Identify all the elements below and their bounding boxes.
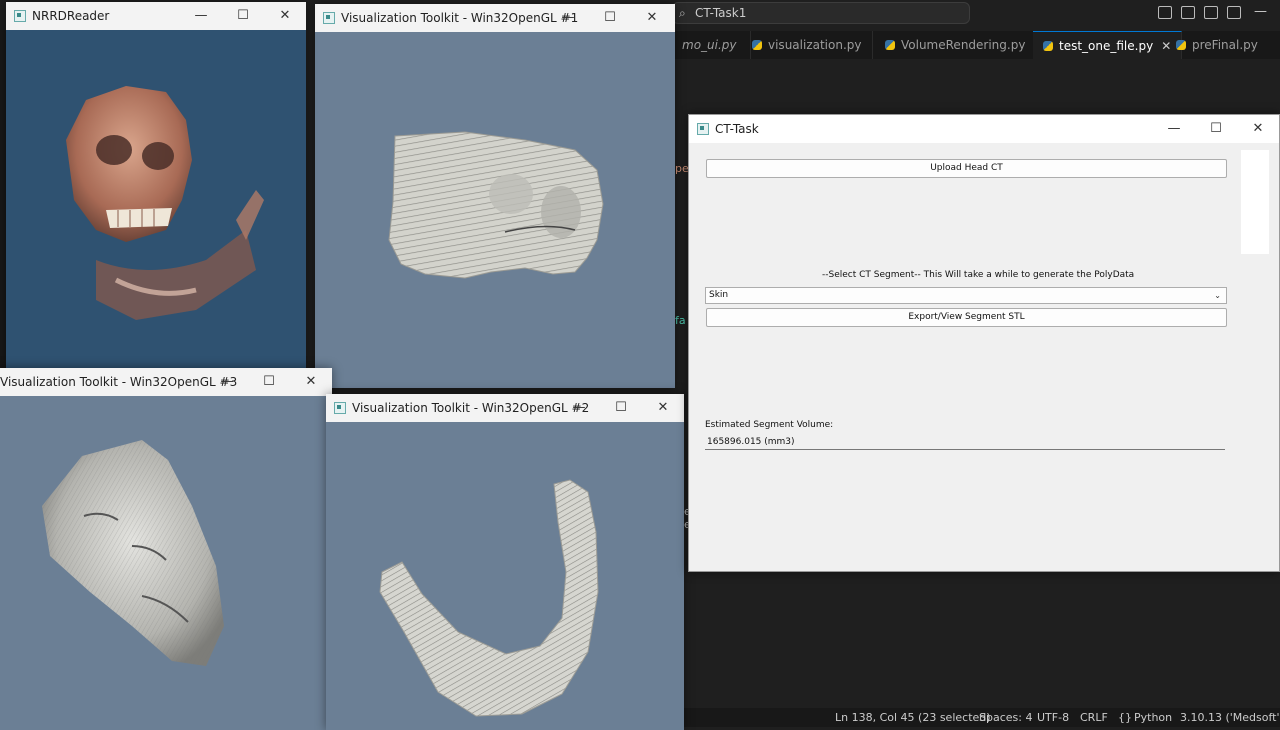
- minimize-button[interactable]: —: [558, 394, 600, 422]
- status-interpreter[interactable]: 3.10.13 ('Medsoft': co: [1180, 708, 1280, 727]
- window-title: Visualization Toolkit - Win32OpenGL #3: [0, 375, 238, 389]
- maximize-button[interactable]: ☐: [600, 394, 642, 422]
- estimated-volume-label: Estimated Segment Volume:: [705, 420, 834, 430]
- window-title: CT-Task: [715, 122, 759, 136]
- close-button[interactable]: ✕: [642, 394, 684, 422]
- editor-code-fragment: fa: [675, 314, 686, 327]
- vtk-window-1[interactable]: Visualization Toolkit - Win32OpenGL #1 —…: [315, 4, 675, 388]
- tab-mo-ui[interactable]: mo_ui.py: [672, 31, 751, 59]
- python-file-icon: [1043, 41, 1053, 51]
- tab-prefinal[interactable]: preFinal.py: [1166, 31, 1268, 59]
- tab-test-one-file[interactable]: test_one_file.py ✕: [1033, 31, 1183, 60]
- window-titlebar[interactable]: NRRDReader — ☐ ✕: [6, 2, 306, 30]
- face-skin-surface-render: [42, 440, 224, 666]
- status-language[interactable]: Python: [1134, 708, 1172, 727]
- segment-volume-field[interactable]: 165896.015 (mm3): [705, 435, 1225, 450]
- tab-volume-rendering[interactable]: VolumeRendering.py: [875, 31, 1037, 59]
- maximize-button[interactable]: ☐: [1195, 115, 1237, 143]
- braces-icon: {}: [1118, 711, 1132, 724]
- search-icon: ⌕: [679, 6, 686, 20]
- window-titlebar[interactable]: Visualization Toolkit - Win32OpenGL #3 —…: [0, 368, 332, 396]
- close-button[interactable]: ✕: [290, 368, 332, 396]
- window-titlebar[interactable]: Visualization Toolkit - Win32OpenGL #1 —…: [315, 4, 675, 32]
- search-text: CT-Task1: [695, 6, 747, 20]
- toggle-secondary-sidebar-icon[interactable]: [1204, 6, 1218, 19]
- app-icon: [14, 10, 26, 22]
- ct-task-window[interactable]: CT-Task — ☐ ✕ Upload Head CT --Select CT…: [688, 114, 1280, 572]
- maximize-button[interactable]: ☐: [589, 4, 631, 32]
- python-file-icon: [1176, 40, 1186, 50]
- render-viewport[interactable]: [6, 30, 306, 368]
- line-number-gutter: [305, 60, 315, 360]
- window-title: Visualization Toolkit - Win32OpenGL #1: [341, 11, 579, 25]
- status-cursor-position[interactable]: Ln 138, Col 45 (23 selected): [835, 708, 991, 727]
- window-titlebar[interactable]: Visualization Toolkit - Win32OpenGL #2 —…: [326, 394, 684, 422]
- export-view-stl-button[interactable]: Export/View Segment STL: [706, 308, 1227, 327]
- render-viewport[interactable]: [326, 422, 684, 730]
- editor-code-fragment: pe: [675, 162, 689, 175]
- segment-volume-value: 165896.015 (mm3): [707, 437, 795, 447]
- maximize-button[interactable]: ☐: [222, 2, 264, 30]
- nrrd-reader-window[interactable]: NRRDReader — ☐ ✕: [6, 2, 306, 368]
- toggle-primary-sidebar-icon[interactable]: [1158, 6, 1172, 19]
- toggle-panel-icon[interactable]: [1181, 6, 1195, 19]
- select-segment-label: --Select CT Segment-- This Will take a w…: [822, 270, 1135, 280]
- app-icon: [323, 12, 335, 24]
- app-icon: [697, 123, 709, 135]
- preview-panel: [1241, 150, 1269, 254]
- render-viewport[interactable]: [315, 32, 675, 388]
- window-title: NRRDReader: [32, 9, 110, 23]
- status-bar: Ln 138, Col 45 (23 selected) Spaces: 4 U…: [684, 708, 1280, 727]
- python-file-icon: [885, 40, 895, 50]
- app-icon: [334, 402, 346, 414]
- skull-surface-render: [388, 131, 604, 279]
- editor-tab-bar: mo_ui.py visualization.py VolumeRenderin…: [672, 31, 1280, 60]
- customize-layout-icon[interactable]: [1227, 6, 1241, 19]
- volume-rendering-skull: [66, 86, 264, 320]
- render-viewport[interactable]: [0, 396, 332, 730]
- maximize-button[interactable]: ☐: [248, 368, 290, 396]
- tab-visualization[interactable]: visualization.py: [742, 31, 873, 59]
- upload-head-ct-button[interactable]: Upload Head CT: [706, 159, 1227, 178]
- minimize-button[interactable]: —: [180, 2, 222, 30]
- mandible-bone-surface-render: [379, 479, 599, 717]
- python-file-icon: [752, 40, 762, 50]
- minimize-button[interactable]: —: [1153, 115, 1195, 143]
- close-button[interactable]: ✕: [264, 2, 306, 30]
- ct-task-panel: Upload Head CT --Select CT Segment-- Thi…: [689, 143, 1279, 571]
- window-titlebar[interactable]: CT-Task — ☐ ✕: [689, 115, 1279, 143]
- close-button[interactable]: ✕: [1237, 115, 1279, 143]
- vtk-window-2[interactable]: Visualization Toolkit - Win32OpenGL #2 —…: [326, 394, 684, 730]
- minimize-button[interactable]: —: [547, 4, 589, 32]
- chevron-down-icon: ⌄: [1214, 291, 1221, 300]
- vtk-window-3[interactable]: Visualization Toolkit - Win32OpenGL #3 —…: [0, 368, 332, 730]
- minimize-icon[interactable]: —: [1254, 4, 1267, 19]
- status-eol[interactable]: CRLF: [1080, 708, 1108, 727]
- minimize-button[interactable]: —: [206, 368, 248, 396]
- window-title: Visualization Toolkit - Win32OpenGL #2: [352, 401, 590, 415]
- status-encoding[interactable]: UTF-8: [1037, 708, 1069, 727]
- close-button[interactable]: ✕: [631, 4, 673, 32]
- segment-select[interactable]: Skin ⌄: [705, 287, 1227, 304]
- status-indentation[interactable]: Spaces: 4: [979, 708, 1032, 727]
- command-center-search[interactable]: ⌕ CT-Task1: [672, 2, 970, 24]
- segment-select-value: Skin: [709, 290, 729, 300]
